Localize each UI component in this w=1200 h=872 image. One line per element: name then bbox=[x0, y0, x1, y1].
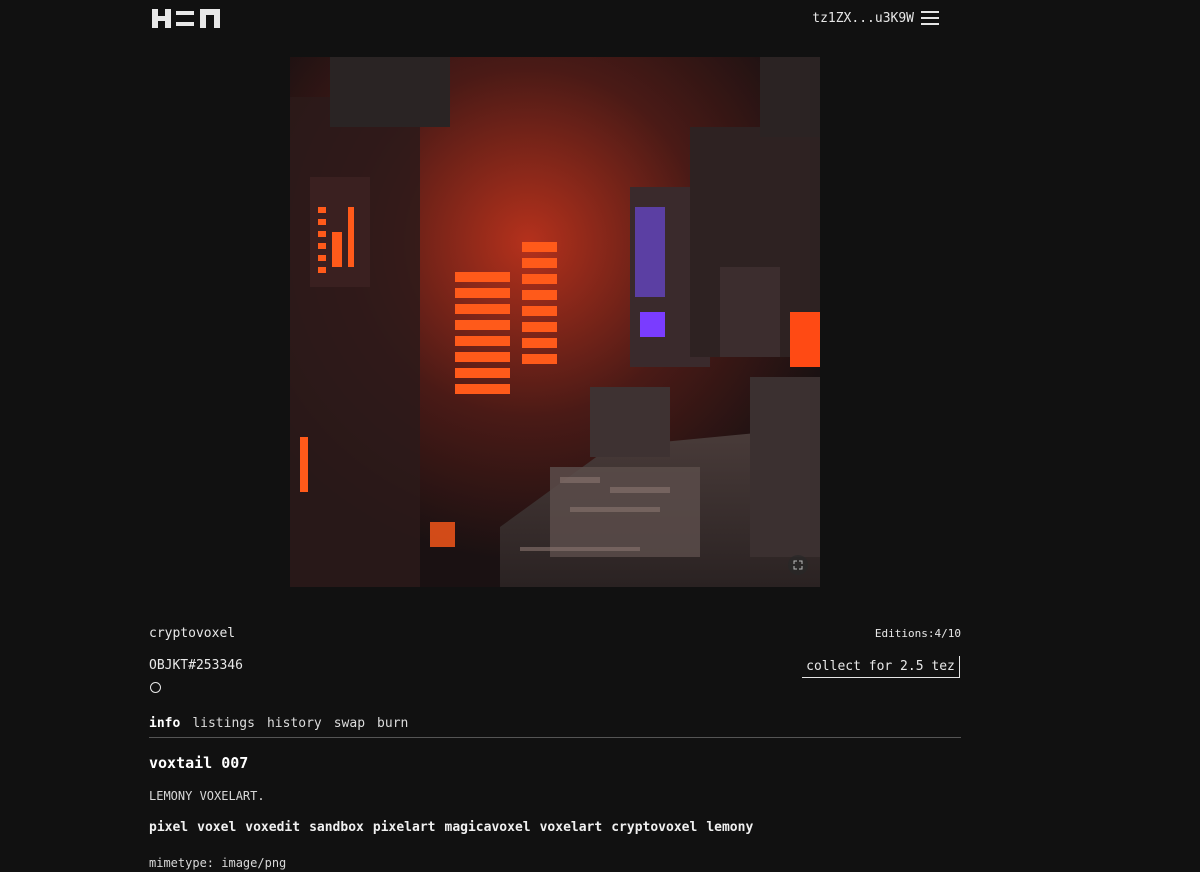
tag-voxelart[interactable]: voxelart bbox=[540, 820, 603, 835]
tag-pixel[interactable]: pixel bbox=[149, 820, 188, 835]
mimetype-info: mimetype: image/png bbox=[149, 856, 287, 870]
tag-magicavoxel[interactable]: magicavoxel bbox=[445, 820, 531, 835]
hamburger-menu-icon[interactable] bbox=[921, 11, 939, 25]
tab-listings[interactable]: listings bbox=[192, 716, 255, 737]
fullscreen-icon[interactable] bbox=[788, 555, 808, 575]
object-description: LEMONY VOXELART. bbox=[149, 789, 265, 803]
tag-lemony[interactable]: lemony bbox=[706, 820, 753, 835]
object-title: voxtail 007 bbox=[149, 754, 249, 772]
tab-bar: info listings history swap burn bbox=[149, 716, 961, 738]
tag-list: pixel voxel voxedit sandbox pixelart mag… bbox=[149, 820, 753, 835]
collect-button[interactable]: collect for 2.5 tez bbox=[802, 656, 960, 678]
hen-logo[interactable] bbox=[152, 9, 220, 28]
tab-burn[interactable]: burn bbox=[377, 716, 408, 737]
tab-history[interactable]: history bbox=[267, 716, 322, 737]
creator-link[interactable]: cryptovoxel bbox=[149, 626, 235, 641]
objkt-id: OBJKT#253346 bbox=[149, 658, 243, 673]
tag-voxel[interactable]: voxel bbox=[197, 820, 236, 835]
circle-icon bbox=[150, 682, 161, 693]
tag-sandbox[interactable]: sandbox bbox=[309, 820, 364, 835]
voxel-artwork bbox=[290, 57, 820, 587]
tag-voxedit[interactable]: voxedit bbox=[245, 820, 300, 835]
tag-pixelart[interactable]: pixelart bbox=[373, 820, 436, 835]
artwork-image bbox=[290, 57, 820, 587]
tag-cryptovoxel[interactable]: cryptovoxel bbox=[611, 820, 697, 835]
tab-info[interactable]: info bbox=[149, 716, 180, 737]
editions-count: Editions:4/10 bbox=[874, 627, 961, 640]
tab-swap[interactable]: swap bbox=[334, 716, 365, 737]
wallet-address[interactable]: tz1ZX...u3K9W bbox=[812, 11, 914, 26]
